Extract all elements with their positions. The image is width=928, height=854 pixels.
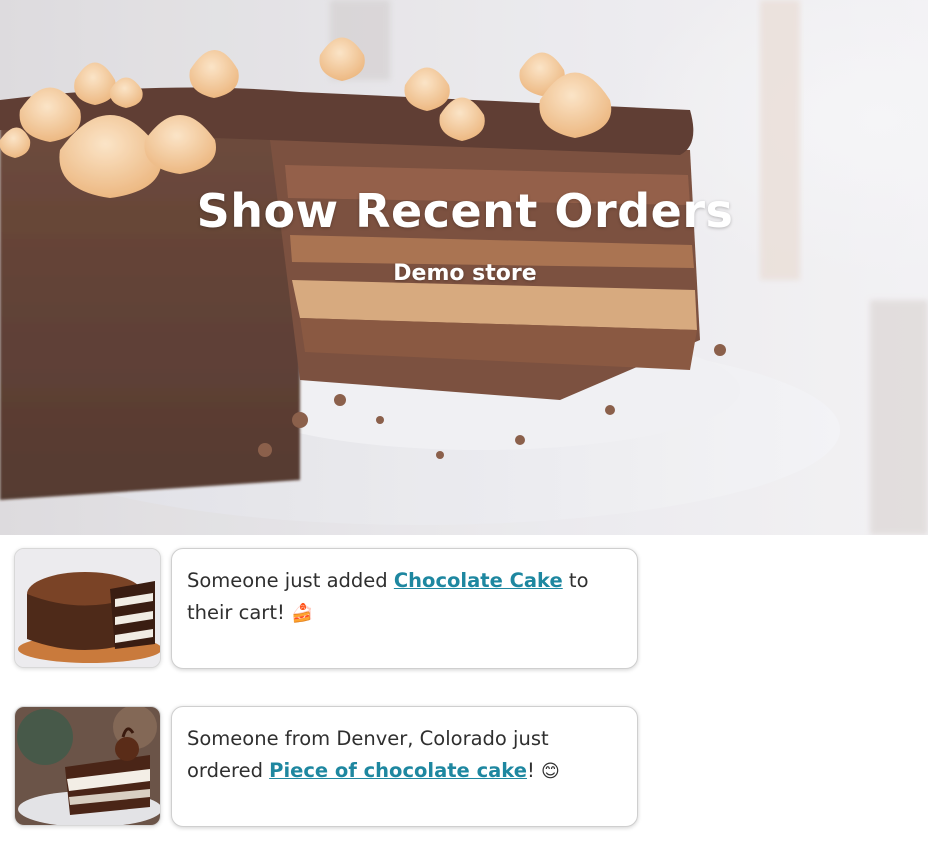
product-thumbnail[interactable] [14, 548, 161, 668]
notification-message: Someone just added Chocolate Cake to the… [171, 548, 638, 669]
product-link-chocolate-cake[interactable]: Chocolate Cake [394, 569, 563, 592]
chocolate-cake-photo [15, 549, 160, 667]
hero-banner: Show Recent Orders Demo store [0, 0, 928, 535]
message-text-before: Someone just added [187, 569, 394, 592]
product-thumbnail[interactable] [14, 706, 161, 826]
cake-slice-photo [15, 707, 160, 825]
store-name: Demo store [393, 261, 537, 286]
recent-order-notification: Someone just added Chocolate Cake to the… [14, 548, 639, 670]
message-text-after: ! [526, 759, 541, 782]
product-link-piece-of-chocolate-cake[interactable]: Piece of chocolate cake [269, 759, 527, 782]
recent-order-notification: Someone from Denver, Colorado just order… [14, 706, 639, 828]
page-title: Show Recent Orders [196, 184, 734, 238]
cake-emoji-icon: 🍰 [290, 603, 314, 624]
smiley-emoji-icon: 😊 [540, 761, 560, 782]
notification-message: Someone from Denver, Colorado just order… [171, 706, 638, 827]
